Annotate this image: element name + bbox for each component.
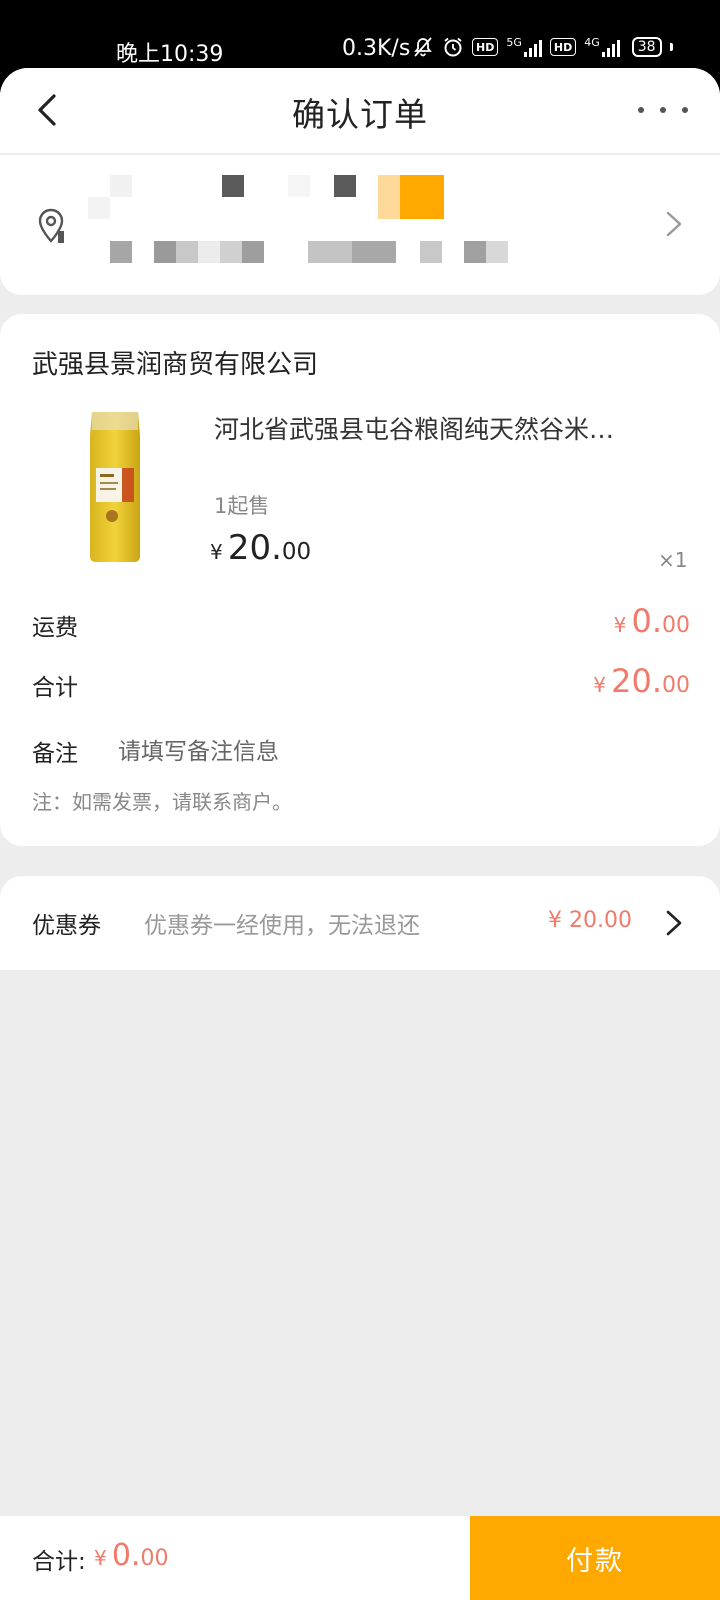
min-sale-label: 1起售: [214, 494, 270, 518]
address-card[interactable]: [0, 155, 720, 295]
subtotal-symbol: ¥: [593, 673, 607, 697]
bell-off-icon: [412, 36, 434, 58]
hd-voice-icon: HD: [472, 38, 499, 56]
remark-label: 备注: [32, 741, 78, 767]
bottom-bar: 合计: ¥ 0.00 付款: [0, 1516, 720, 1600]
product-price: ¥ 20.00: [210, 528, 311, 568]
battery-icon: 38: [631, 37, 662, 57]
product-image[interactable]: [86, 412, 144, 564]
shipping-label: 运费: [32, 615, 78, 641]
subtotal-value: ¥ 20.00: [593, 662, 690, 700]
battery-level: 38: [637, 39, 656, 55]
shipping-integer: 0.: [631, 602, 662, 640]
order-confirm-screen: 确认订单 武强县景润商贸有限公司 河北省武强县屯谷粮阁纯天然谷米… 1起售 ¥ …: [0, 68, 720, 1600]
net-5g-label: 5G: [506, 36, 522, 49]
dot-icon: [682, 107, 688, 113]
status-icons: HD 5G HD 4G 38: [412, 36, 673, 58]
status-time: 晚上10:39: [116, 42, 224, 67]
net-4g-label: 4G: [584, 36, 600, 49]
battery-tip: [669, 43, 673, 51]
chevron-right-icon: [664, 908, 684, 942]
shipping-decimal: 00: [662, 613, 690, 638]
signal-4g-icon: 4G: [584, 36, 620, 58]
signal-5g-icon: 5G: [506, 36, 542, 58]
price-integer: 20.: [227, 528, 282, 568]
dot-icon: [638, 107, 644, 113]
coupon-hint: 优惠券一经使用，无法退还: [144, 913, 420, 939]
page-title: 确认订单: [292, 95, 428, 134]
subtotal-label: 合计: [32, 675, 78, 701]
coupon-label: 优惠券: [32, 913, 101, 939]
product-quantity: ×1: [658, 548, 688, 572]
subtotal-decimal: 00: [662, 673, 690, 698]
order-card: 武强县景润商贸有限公司 河北省武强县屯谷粮阁纯天然谷米… 1起售 ¥ 20.00…: [0, 314, 720, 846]
product-title[interactable]: 河北省武强县屯谷粮阁纯天然谷米…: [214, 410, 614, 446]
total-decimal: 00: [140, 1546, 169, 1571]
chevron-right-icon: [664, 209, 684, 243]
total-integer: 0.: [111, 1538, 141, 1573]
hd-voice-icon-2: HD: [549, 38, 577, 56]
total-label: 合计:: [32, 1549, 86, 1575]
shipping-symbol: ¥: [613, 613, 627, 637]
subtotal-integer: 20.: [611, 662, 662, 700]
store-name: 武强县景润商贸有限公司: [32, 350, 319, 380]
total-symbol: ¥: [94, 1546, 107, 1570]
coupon-value: ¥ 20.00: [548, 908, 632, 933]
nav-bar: 确认订单: [0, 68, 720, 154]
alarm-icon: [442, 36, 464, 58]
invoice-note: 注：如需发票，请联系商户。: [32, 790, 292, 814]
shipping-value: ¥ 0.00: [614, 602, 690, 640]
price-symbol: ¥: [210, 540, 223, 564]
pay-button[interactable]: 付款: [470, 1516, 720, 1600]
remark-input[interactable]: [118, 734, 678, 770]
more-options-button[interactable]: [638, 104, 688, 116]
location-pin-icon: [36, 207, 70, 251]
coupon-row[interactable]: 优惠券 优惠券一经使用，无法退还 ¥ 20.00: [0, 876, 720, 970]
dot-icon: [660, 107, 666, 113]
price-decimal: 00: [281, 539, 312, 565]
total-value: ¥ 0.00: [94, 1538, 168, 1573]
network-speed: 0.3K/s: [342, 36, 411, 61]
